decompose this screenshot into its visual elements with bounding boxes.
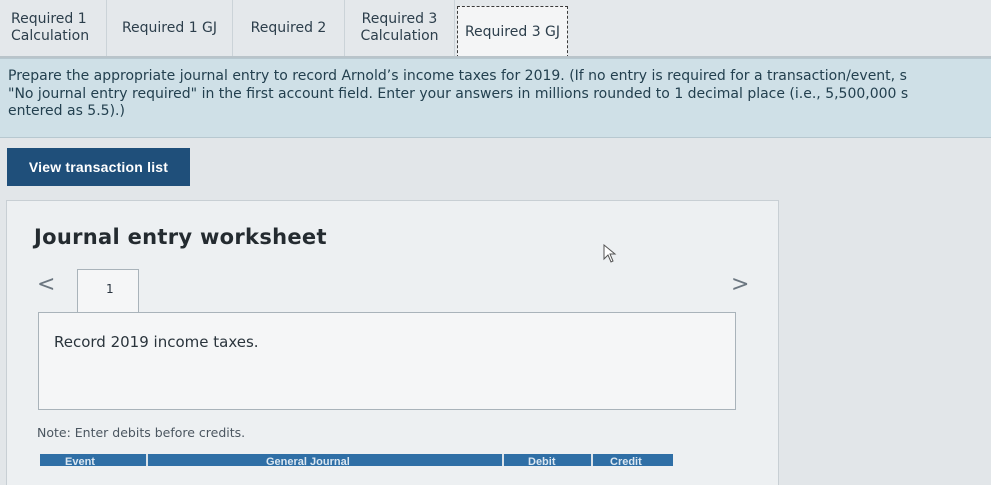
tab-required-2[interactable]: Required 2	[233, 0, 345, 56]
column-divider	[591, 454, 593, 466]
entry-tab-1[interactable]: 1	[77, 269, 139, 315]
instructions-line-2: "No journal entry required" in the first…	[8, 85, 909, 102]
instructions-panel: Prepare the appropriate journal entry to…	[0, 58, 991, 138]
tab-label: Required 2	[250, 19, 327, 36]
instructions-line-3: entered as 5.5).)	[8, 103, 125, 119]
previous-entry-arrow[interactable]: <	[37, 274, 55, 296]
header-credit: Credit	[610, 456, 642, 466]
tab-required-3-gj[interactable]: Required 3 GJ	[457, 6, 568, 58]
column-divider	[502, 454, 504, 466]
debits-note: Note: Enter debits before credits.	[37, 425, 246, 440]
worksheet-title: Journal entry worksheet	[34, 225, 327, 249]
journal-table-header: Event General Journal Debit Credit	[40, 454, 673, 466]
tab-required-1-gj[interactable]: Required 1 GJ	[107, 0, 233, 56]
entry-description: Record 2019 income taxes.	[54, 333, 259, 351]
journal-entry-worksheet-panel: Journal entry worksheet < > 1 Record 201…	[6, 200, 779, 485]
column-divider	[146, 454, 148, 466]
next-entry-arrow[interactable]: >	[731, 274, 749, 296]
tab-required-1-calculation[interactable]: Required 1 Calculation	[0, 0, 107, 56]
tab-bar: Required 1 Calculation Required 1 GJ Req…	[0, 0, 991, 58]
tab-label-line1: Required 3	[361, 11, 438, 27]
tab-label-line2: Calculation	[360, 28, 439, 44]
tab-required-3-calculation[interactable]: Required 3 Calculation	[345, 0, 455, 56]
instructions-line-1: Prepare the appropriate journal entry to…	[8, 68, 907, 84]
mouse-cursor-icon	[603, 244, 617, 263]
tab-label: Required 1 GJ	[121, 19, 218, 36]
entry-tab-label: 1	[106, 282, 114, 296]
tab-label-line1: Required 1	[11, 11, 87, 27]
entry-description-box: Record 2019 income taxes.	[38, 312, 736, 410]
tab-label: Required 3 GJ	[464, 24, 561, 40]
tab-label-line2: Calculation	[11, 28, 90, 44]
view-transaction-list-button[interactable]: View transaction list	[7, 148, 190, 186]
header-debit: Debit	[528, 456, 556, 466]
header-general-journal: General Journal	[266, 456, 350, 466]
header-event: Event	[65, 456, 95, 466]
